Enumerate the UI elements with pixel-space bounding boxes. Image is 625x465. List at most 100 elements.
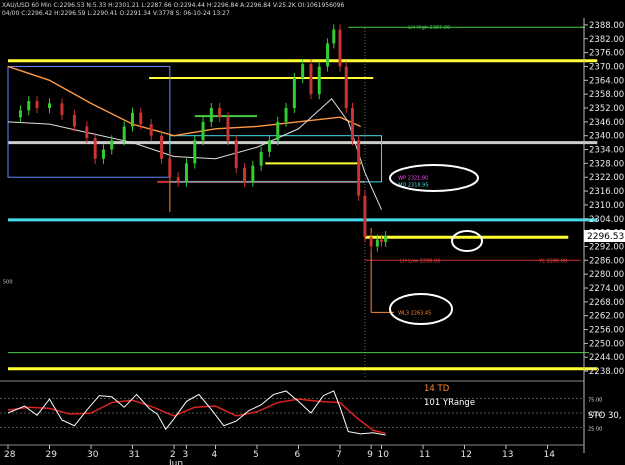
price-tick-label: 2316.00 <box>589 187 624 197</box>
time-tick-label: 30 <box>87 450 99 460</box>
month-label: Jun <box>168 459 183 465</box>
candle-body <box>332 29 336 44</box>
candle-body <box>369 237 373 247</box>
candle-body <box>357 140 361 196</box>
candle-body <box>363 195 367 238</box>
price-tick-label: 2274.00 <box>589 284 624 294</box>
level-tag: WL3 2263.45 <box>398 310 431 316</box>
candle-body <box>27 101 31 111</box>
candle-body <box>384 236 388 242</box>
price-tick-label: 2280.00 <box>589 270 624 280</box>
level-tag: YL 2286.00 <box>538 258 567 264</box>
price-tick-label: 2256.00 <box>589 326 624 336</box>
candle-body <box>267 140 271 152</box>
time-tick-label: 10 <box>378 450 390 460</box>
price-tick-label: 2238.00 <box>589 367 624 377</box>
bar-info: 04/00 C:2296.42 H:2296.59 L:2290.41 O:22… <box>2 10 230 17</box>
candle-body <box>160 135 164 159</box>
candle-body <box>176 177 180 182</box>
price-tick-label: 2262.00 <box>589 312 624 322</box>
osc-level-label: 75.00 <box>588 398 602 404</box>
price-tick-label: 2268.00 <box>589 298 624 308</box>
candle-body <box>344 66 348 108</box>
candle-body <box>193 140 197 164</box>
price-tick-label: 2370.00 <box>589 62 624 72</box>
price-tick-label: 2340.00 <box>589 132 624 142</box>
time-tick-label: 11 <box>419 450 430 460</box>
side-label: 500 <box>3 279 13 285</box>
candle-body <box>292 78 296 108</box>
price-tick-label: 2358.00 <box>589 90 624 100</box>
candle-body <box>226 117 230 141</box>
candle-body <box>259 151 263 166</box>
candle-body <box>301 64 305 78</box>
candle-body <box>101 149 105 159</box>
candle-body <box>350 108 354 141</box>
candle-body <box>93 138 97 159</box>
candle-body <box>110 140 114 150</box>
candle-body <box>218 108 222 118</box>
chart-canvas: XAU/USD 60 Min C:2296.53 N:5.33 H:2301.2… <box>0 0 625 465</box>
price-tick-label: 2382.00 <box>589 35 624 45</box>
candle-body <box>309 64 313 95</box>
time-tick-label: 9 <box>367 450 373 460</box>
price-tick-label: 2322.00 <box>589 173 624 183</box>
osc-legend-label: 101 YRange <box>424 398 475 408</box>
candle-body <box>35 101 39 108</box>
current-price-label: 2296.53 <box>587 232 624 242</box>
candle-body <box>234 140 238 168</box>
candle-body <box>326 43 330 67</box>
candle-body <box>380 239 383 242</box>
time-tick-label: 5 <box>253 450 259 460</box>
candle-body <box>184 163 188 182</box>
chart-header: XAU/USD 60 Min C:2296.53 N:5.33 H:2301.2… <box>2 2 345 9</box>
osc-legend-label: 14 TD <box>424 384 450 394</box>
candle-body <box>276 121 280 141</box>
candle-body <box>18 110 22 118</box>
time-tick-label: 12 <box>461 450 472 460</box>
price-tick-label: 2304.00 <box>589 215 624 225</box>
candle-body <box>338 29 342 67</box>
time-tick-label: 29 <box>46 450 58 460</box>
price-tick-label: 2364.00 <box>589 76 624 86</box>
price-tick-label: 2346.00 <box>589 118 624 128</box>
candle-body <box>284 108 288 122</box>
candle-body <box>72 114 76 127</box>
candle-body <box>375 239 379 247</box>
time-tick-label: 7 <box>336 450 342 460</box>
candle-body <box>149 124 153 136</box>
time-tick-label: 31 <box>129 450 140 460</box>
level-tag: LH Low 2286.00 <box>400 258 440 264</box>
candle-body <box>251 165 255 182</box>
candle-body <box>60 103 64 115</box>
osc-extra-label: STO 30, <box>588 411 622 421</box>
candle-body <box>168 158 172 178</box>
time-tick-label: 13 <box>502 450 513 460</box>
candle-body <box>139 112 143 125</box>
candle-body <box>201 121 205 141</box>
candle-body <box>48 103 51 108</box>
time-tick-label: 28 <box>4 450 16 460</box>
price-tick-label: 2376.00 <box>589 49 624 59</box>
osc-level-label: 25.00 <box>588 427 602 433</box>
price-tick-label: 2244.00 <box>589 353 624 363</box>
time-tick-label: 3 <box>182 450 188 460</box>
candle-body <box>85 126 89 138</box>
price-tick-label: 2352.00 <box>589 104 624 114</box>
price-tick-label: 2388.00 <box>589 21 624 31</box>
candle-body <box>317 66 321 95</box>
time-tick-label: 4 <box>212 450 218 460</box>
candle-body <box>243 168 247 182</box>
time-tick-label: 6 <box>295 450 301 460</box>
candle-body <box>122 126 126 141</box>
level-label: LH High 2387.00 <box>408 25 450 31</box>
price-tick-label: 2310.00 <box>589 201 624 211</box>
level-tag: WP 2321.80 <box>398 176 428 182</box>
price-tick-label: 2286.00 <box>589 256 624 266</box>
candle-body <box>209 108 213 122</box>
candle-body <box>131 112 134 127</box>
price-tick-label: 2328.00 <box>589 159 624 169</box>
price-tick-label: 2250.00 <box>589 339 624 349</box>
price-tick-label: 2292.00 <box>589 242 624 252</box>
time-tick-label: 14 <box>544 450 556 460</box>
